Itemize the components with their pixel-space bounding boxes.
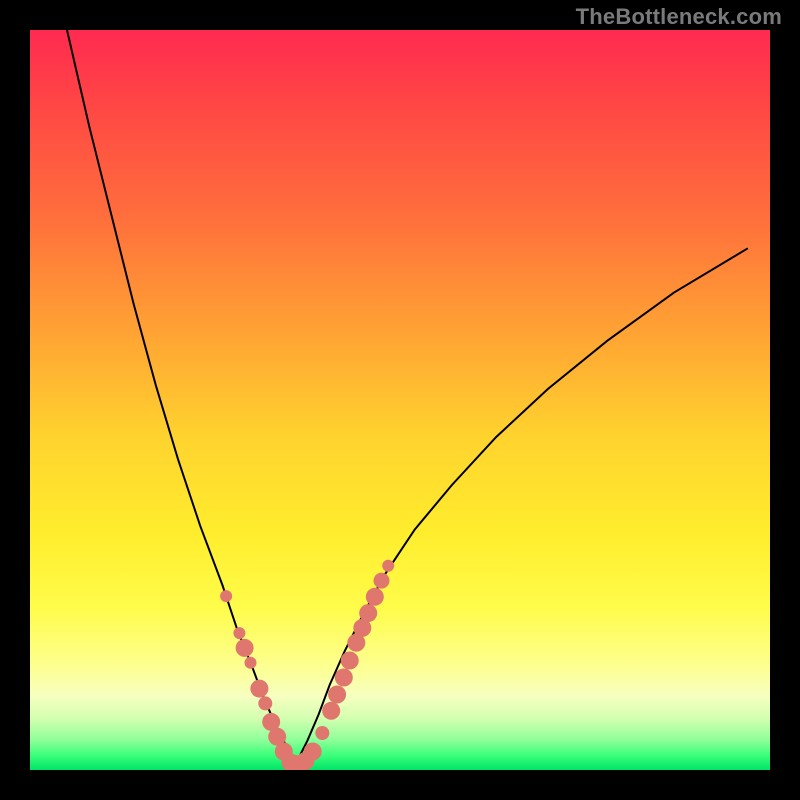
- chart-svg: [30, 30, 770, 770]
- curve-marker: [304, 743, 322, 761]
- curve-right-branch: [296, 248, 747, 762]
- curve-marker: [220, 590, 232, 602]
- marker-group: [220, 560, 394, 770]
- curve-marker: [233, 627, 245, 639]
- curve-marker: [322, 702, 340, 720]
- curve-marker: [382, 560, 394, 572]
- curve-marker: [258, 696, 272, 710]
- curve-marker: [335, 669, 353, 687]
- curve-marker: [245, 657, 257, 669]
- curve-marker: [341, 652, 359, 670]
- curve-marker: [250, 680, 268, 698]
- plot-area: [30, 30, 770, 770]
- curve-marker: [374, 573, 390, 589]
- curve-marker: [236, 639, 254, 657]
- curve-left-branch: [67, 30, 296, 763]
- curve-marker: [366, 588, 384, 606]
- watermark-text: TheBottleneck.com: [576, 4, 782, 30]
- curve-marker: [359, 604, 377, 622]
- curve-marker: [315, 726, 329, 740]
- curve-marker: [328, 686, 346, 704]
- chart-frame: TheBottleneck.com: [0, 0, 800, 800]
